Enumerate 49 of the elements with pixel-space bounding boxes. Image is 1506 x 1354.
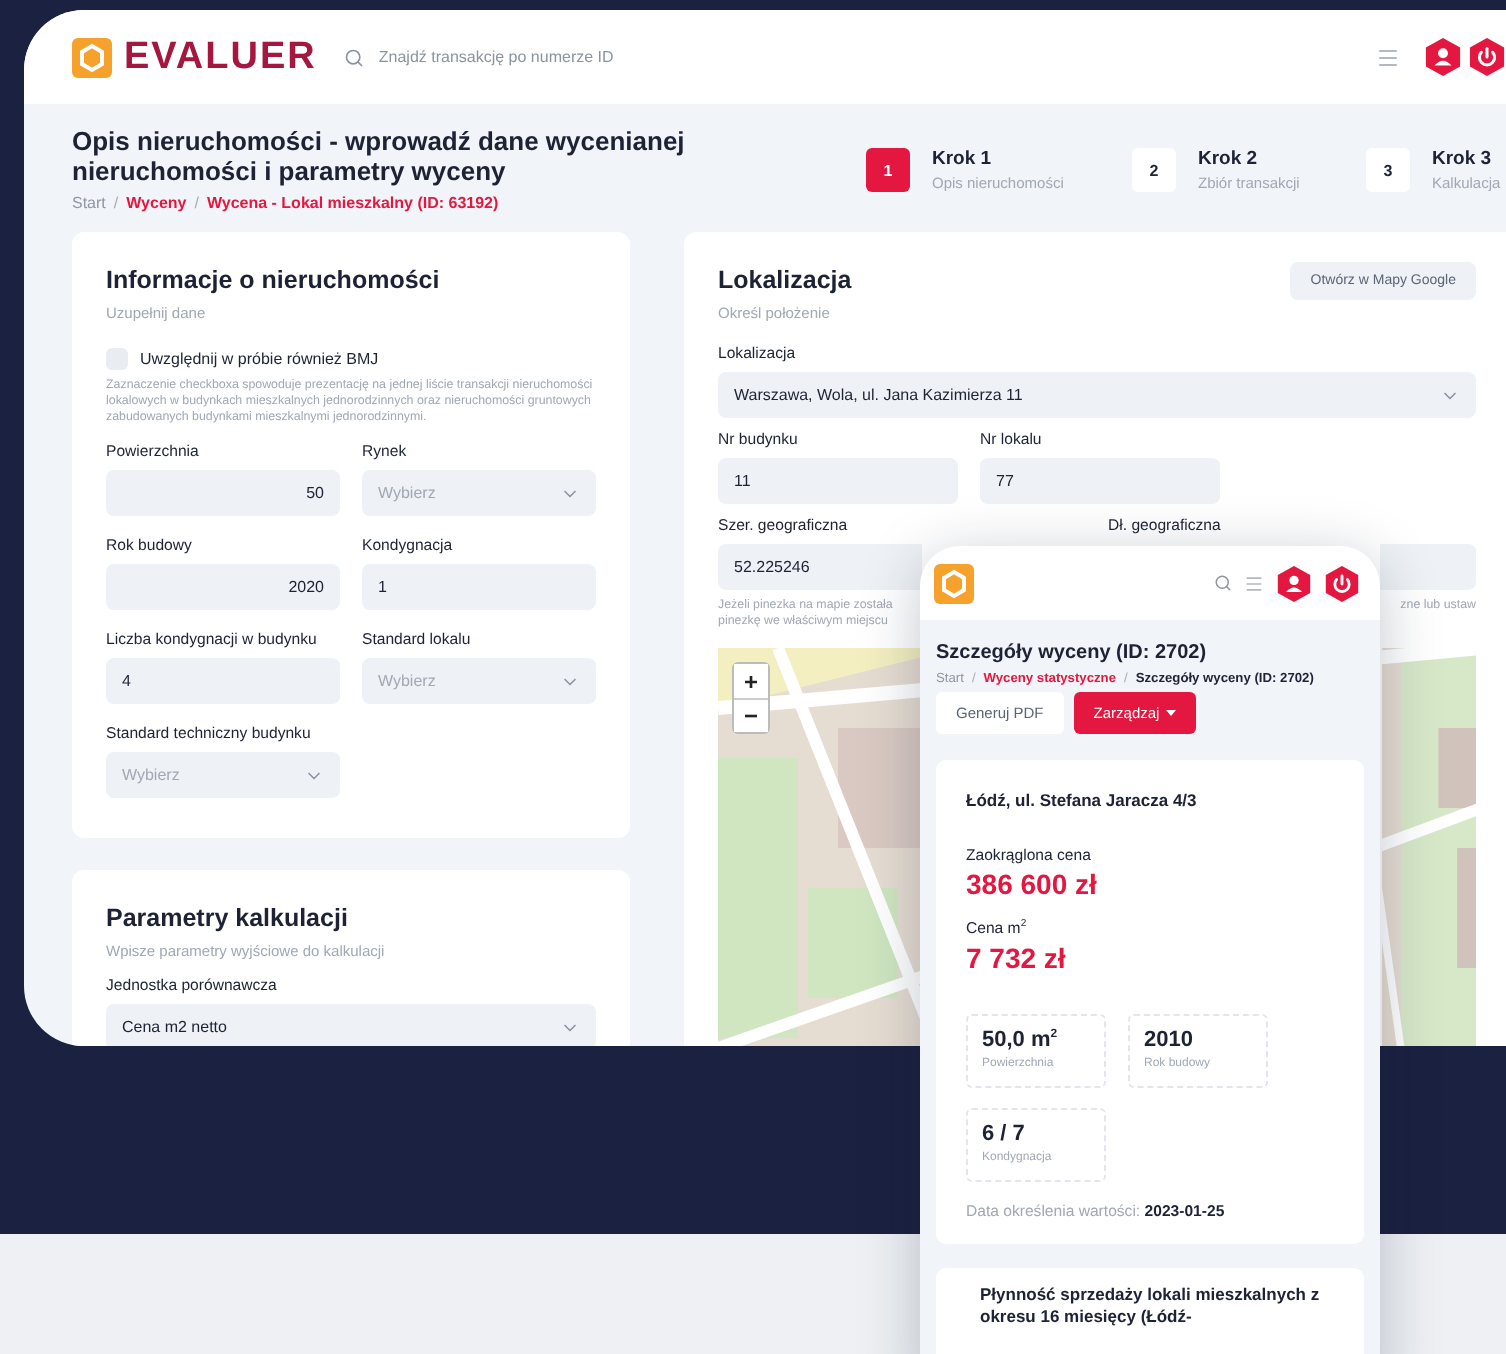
step-number[interactable]: 3 — [1366, 148, 1410, 192]
page-title: Szczegóły wyceny (ID: 2702) — [936, 642, 1209, 664]
price-value: 7 732 zł — [966, 941, 1068, 974]
zoom-out-button[interactable]: − — [734, 698, 768, 732]
input-field[interactable]: 77 — [980, 458, 1220, 504]
step-title: Krok 2 — [1198, 148, 1260, 170]
address: Łódź, ul. Stefana Jaracza 4/3 — [966, 790, 1199, 810]
input-field[interactable]: 52.225246 — [718, 544, 922, 590]
stat-value: 6 / 7 — [982, 1121, 1027, 1146]
card-title: Informacje o nieruchomości — [106, 266, 442, 294]
card-title: Płynność sprzedaży lokali mieszkalnych z okresu 16 miesięcy (Łódź- — [980, 1283, 1322, 1328]
logo-text: EVALUER — [124, 35, 317, 79]
input-field[interactable] — [1380, 544, 1476, 590]
breadcrumb-link[interactable]: Wyceny — [126, 194, 187, 212]
input-field[interactable]: 4 — [106, 658, 340, 704]
search-icon[interactable] — [1214, 574, 1232, 592]
breadcrumb-separator: / — [194, 194, 199, 212]
caret-icon — [1165, 710, 1176, 716]
breadcrumb-item: Start — [72, 194, 106, 212]
stat-value: 50,0 m$^{2}$ — [982, 1027, 1060, 1052]
input-field[interactable]: 2020 — [106, 564, 340, 610]
map-drawing[interactable] — [718, 648, 922, 1046]
step-number[interactable]: 2 — [1132, 148, 1176, 192]
menu-icon[interactable] — [1376, 45, 1400, 69]
power-icon[interactable] — [1468, 38, 1506, 76]
breadcrumb-separator: / — [113, 194, 119, 212]
select-field[interactable]: Cena m2 netto — [106, 1004, 596, 1046]
breadcrumb-link[interactable]: Wycena - Lokal mieszkalny (ID: 63192) — [206, 194, 499, 212]
card-title: Lokalizacja — [718, 266, 852, 294]
step-number[interactable]: 1 — [866, 148, 910, 192]
map-drawing[interactable] — [1382, 648, 1476, 1046]
logo-icon — [934, 563, 974, 603]
logo-icon — [72, 37, 112, 77]
user-icon[interactable] — [1276, 565, 1312, 601]
input-field[interactable]: 11 — [718, 458, 958, 504]
step-title: Krok 3 — [1432, 148, 1494, 170]
power-icon[interactable] — [1324, 565, 1360, 601]
menu-icon[interactable] — [1244, 573, 1264, 593]
input-field[interactable]: 1 — [362, 564, 596, 610]
checkbox-label: Uwzględnij w próbie również BMJ — [140, 350, 379, 368]
page-title: Opis nieruchomości - wprowadź dane wycenianej nieruchomości i parametry wyceny — [72, 126, 687, 186]
price-value: 386 600 zł — [966, 868, 1099, 900]
step-title: Krok 1 — [932, 148, 994, 170]
select-field[interactable]: Warszawa, Wola, ul. Jana Kazimierza 11 — [718, 372, 1476, 418]
user-icon[interactable] — [1424, 38, 1462, 76]
stat-value: 2010 — [1144, 1027, 1195, 1052]
input-field[interactable]: 50 — [106, 470, 340, 516]
search-icon — [344, 47, 365, 67]
card-title: Parametry kalkulacji — [106, 904, 350, 932]
